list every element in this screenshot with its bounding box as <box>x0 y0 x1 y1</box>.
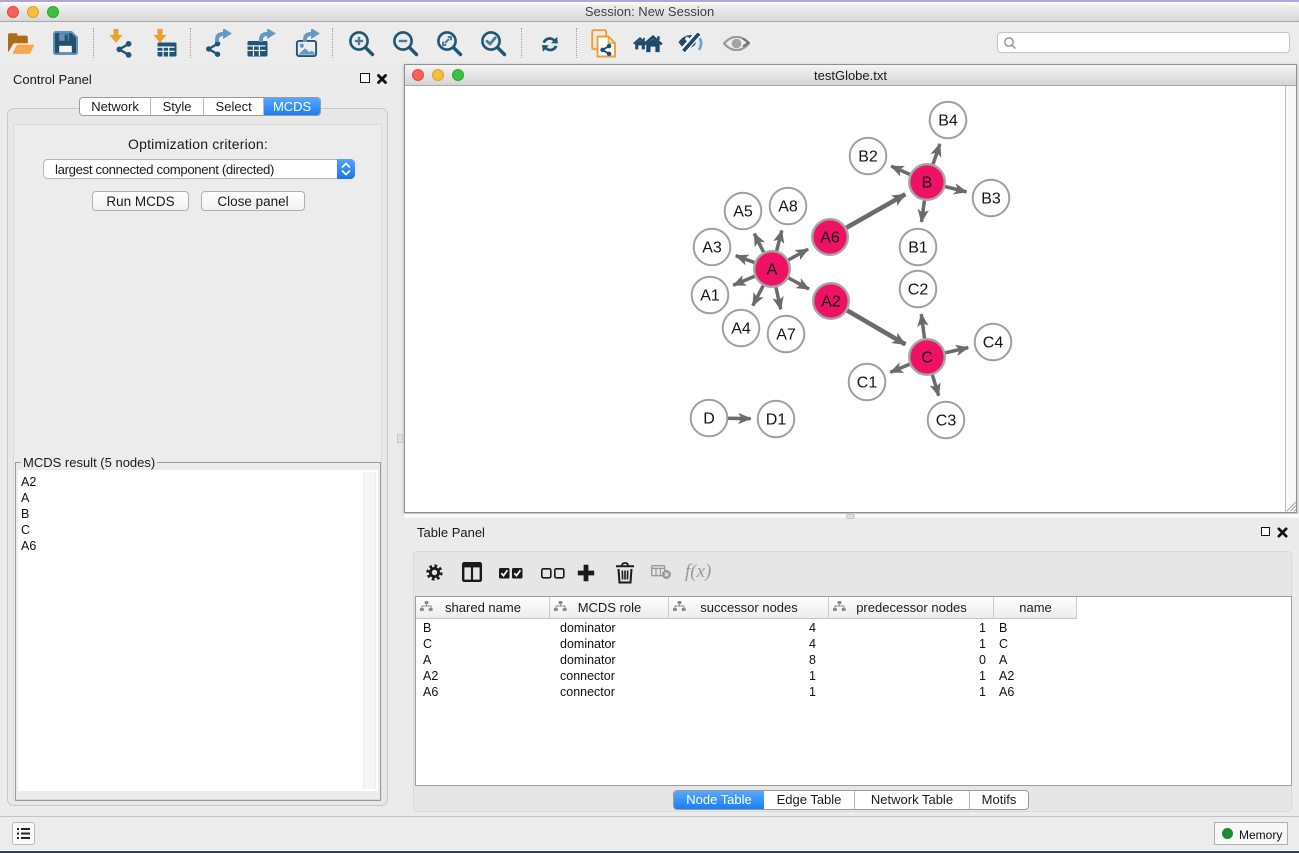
svg-text:B: B <box>922 175 933 192</box>
svg-text:B3: B3 <box>981 191 1001 208</box>
svg-text:B4: B4 <box>938 113 958 130</box>
svg-text:A6: A6 <box>820 230 840 247</box>
svg-text:A3: A3 <box>702 240 722 257</box>
svg-text:D: D <box>703 411 715 428</box>
svg-text:A8: A8 <box>778 199 798 216</box>
svg-text:A5: A5 <box>733 204 753 221</box>
svg-text:C2: C2 <box>908 282 929 299</box>
svg-text:C1: C1 <box>857 375 878 392</box>
svg-text:A1: A1 <box>700 288 720 305</box>
svg-text:A: A <box>767 262 778 279</box>
svg-text:A4: A4 <box>731 321 751 338</box>
svg-text:A2: A2 <box>821 294 841 311</box>
svg-text:C4: C4 <box>983 335 1004 352</box>
svg-text:B1: B1 <box>908 240 928 257</box>
svg-text:A7: A7 <box>776 327 796 344</box>
svg-text:C3: C3 <box>936 413 957 430</box>
svg-text:B2: B2 <box>858 149 878 166</box>
svg-text:C: C <box>921 350 933 367</box>
svg-text:D1: D1 <box>766 412 787 429</box>
